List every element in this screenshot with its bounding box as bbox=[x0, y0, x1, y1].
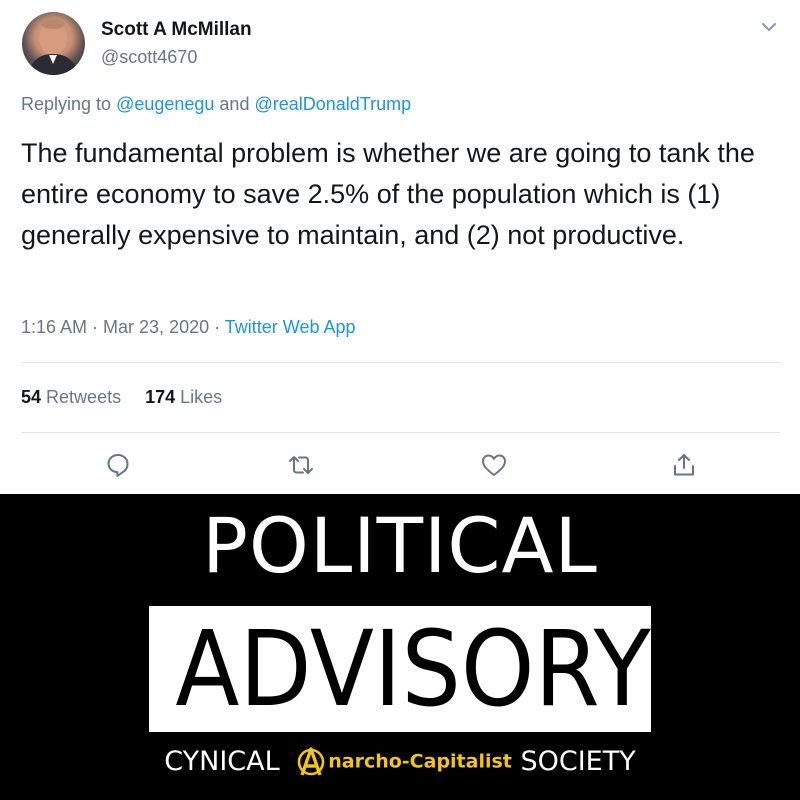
tweet-timestamp: 1:16 AM · Mar 23, 2020 · Twitter Web App bbox=[21, 317, 356, 338]
political-advisory-banner: POLITICAL ADVISORY CYNICAL Anarcho-Capit… bbox=[0, 494, 800, 800]
banner-line-political: POLITICAL bbox=[202, 501, 598, 590]
display-name[interactable]: Scott A McMillan bbox=[101, 19, 252, 41]
retweet-icon[interactable] bbox=[287, 451, 315, 479]
footer-brand: narcho-Capitalist bbox=[328, 750, 512, 773]
mention-realdonaldtrump[interactable]: @realDonaldTrump bbox=[254, 94, 411, 114]
user-handle[interactable]: @scott4670 bbox=[101, 47, 197, 68]
replying-to: Replying to @eugenegu and @realDonaldTru… bbox=[21, 94, 411, 115]
likes-label: Likes bbox=[180, 387, 223, 407]
anarchy-a-icon: A bbox=[296, 746, 326, 777]
divider bbox=[21, 432, 780, 433]
tweet-source[interactable]: Twitter Web App bbox=[225, 317, 356, 337]
likes-count: 174 bbox=[145, 387, 176, 407]
chevron-down-icon[interactable] bbox=[758, 16, 780, 38]
reply-icon[interactable] bbox=[104, 451, 132, 479]
tweet-card: Scott A McMillan @scott4670 Replying to … bbox=[0, 0, 800, 494]
society-line: CYNICAL Anarcho-Capitalist SOCIETY bbox=[0, 746, 800, 777]
retweets-stat[interactable]: 54 Retweets bbox=[21, 387, 121, 407]
footer-left: CYNICAL bbox=[164, 746, 289, 777]
retweets-count: 54 bbox=[21, 387, 42, 407]
mention-eugenegu[interactable]: @eugenegu bbox=[116, 94, 214, 114]
replying-and: and bbox=[214, 94, 255, 114]
tweet-stats: 54 Retweets 174 Likes bbox=[21, 387, 222, 408]
share-icon[interactable] bbox=[670, 451, 698, 479]
divider bbox=[21, 362, 780, 363]
avatar[interactable] bbox=[22, 12, 85, 75]
like-icon[interactable] bbox=[480, 451, 508, 479]
footer-right: SOCIETY bbox=[511, 746, 636, 777]
tweet-text: The fundamental problem is whether we ar… bbox=[21, 138, 755, 250]
replying-prefix: Replying to bbox=[21, 94, 117, 114]
tweet-time[interactable]: 1:16 AM · Mar 23, 2020 · bbox=[21, 317, 225, 337]
likes-stat[interactable]: 174 Likes bbox=[145, 387, 222, 407]
advisory-box: ADVISORY bbox=[149, 606, 651, 732]
retweets-label: Retweets bbox=[46, 387, 122, 407]
banner-line-advisory: ADVISORY bbox=[175, 608, 651, 730]
